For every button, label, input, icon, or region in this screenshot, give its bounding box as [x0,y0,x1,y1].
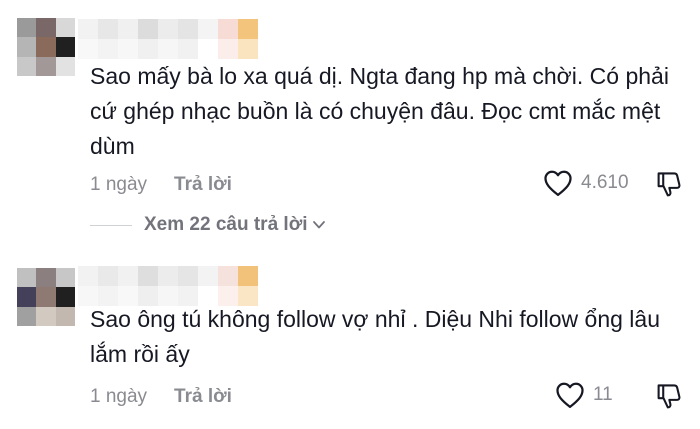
comment-text: Sao ông tú không follow vợ nhỉ . Diệu Nh… [90,306,660,367]
avatar[interactable] [17,268,75,326]
heart-outline-icon [544,170,572,196]
comment-meta: 1 ngày Trả lời [90,170,232,200]
username-blurred[interactable] [78,266,258,286]
avatar[interactable] [17,18,75,76]
heart-outline-icon [556,382,584,408]
thumbs-down-outline-icon [657,384,681,409]
like-button[interactable]: 4.610 [543,169,629,197]
comment-time: 1 ngày [90,386,148,407]
comment-time: 1 ngày [90,174,148,195]
reply-button[interactable]: Trả lời [174,174,232,196]
like-button[interactable]: 11 [555,381,613,409]
thumbs-down-outline-icon [657,172,681,197]
dislike-button[interactable] [655,382,683,417]
username-blurred-lower [78,39,258,59]
view-replies-label: Xem 22 câu trả lời [144,214,308,235]
reply-button[interactable]: Trả lời [174,386,232,408]
view-replies-button[interactable]: Xem 22 câu trả lời [90,214,327,236]
replies-divider [90,224,132,226]
username-blurred[interactable] [78,19,258,39]
comment-meta: 1 ngày Trả lời [90,382,232,412]
like-count: 4.610 [581,172,629,193]
dislike-button[interactable] [655,170,683,205]
comment-text: Sao mấy bà lo xa quá dị. Ngta đang hp mà… [90,63,669,159]
chevron-down-icon [313,221,326,229]
like-count: 11 [593,384,613,405]
